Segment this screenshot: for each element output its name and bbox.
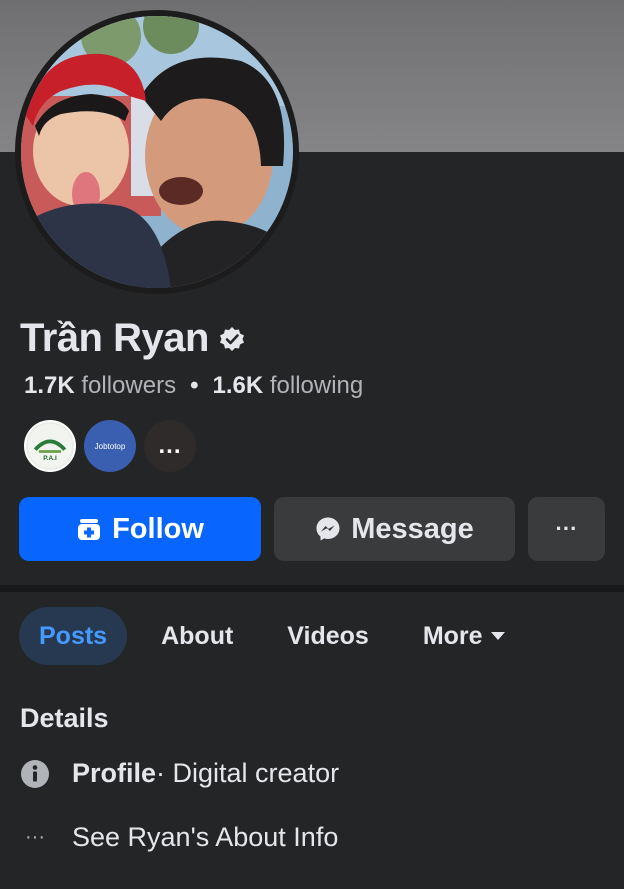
following-count: 1.6K bbox=[212, 372, 264, 399]
profile-avatar[interactable] bbox=[15, 10, 299, 294]
more-mutuals-button[interactable]: ... bbox=[144, 420, 196, 472]
tab-about[interactable]: About bbox=[141, 607, 253, 665]
see-about-info-link[interactable]: ··· See Ryan's About Info bbox=[20, 822, 338, 853]
detail-profile-type: Profile · Digital creator bbox=[20, 758, 339, 789]
ellipsis-icon: ··· bbox=[555, 516, 578, 541]
see-about-info-label: See Ryan's About Info bbox=[72, 822, 339, 852]
verified-badge-icon bbox=[219, 326, 245, 352]
messenger-icon bbox=[315, 516, 341, 542]
following-label: following bbox=[269, 372, 364, 399]
following-link[interactable]: 1.6K following bbox=[212, 372, 363, 400]
tab-videos-label: Videos bbox=[287, 621, 369, 650]
pai-logo-text: P.A.I bbox=[43, 455, 57, 462]
jobtotop-logo-text: Jobtotop bbox=[94, 441, 126, 451]
detail-profile-value: · Digital creator bbox=[156, 758, 340, 788]
section-divider bbox=[0, 585, 624, 592]
followers-link[interactable]: 1.7K followers bbox=[24, 372, 176, 400]
chevron-down-icon bbox=[490, 632, 505, 640]
pai-page-avatar[interactable]: P.A.I bbox=[24, 420, 76, 472]
profile-header: Trần Ryan bbox=[20, 316, 245, 361]
ellipsis-icon: ··· bbox=[25, 826, 45, 848]
info-icon bbox=[20, 759, 50, 789]
jobtotop-page-avatar[interactable]: Jobtotop bbox=[84, 420, 136, 472]
add-friend-icon bbox=[76, 516, 102, 542]
followers-count: 1.7K bbox=[24, 372, 75, 399]
tab-about-label: About bbox=[161, 621, 234, 650]
tab-videos[interactable]: Videos bbox=[267, 607, 389, 665]
message-label: Message bbox=[351, 512, 474, 545]
pai-logo-icon: P.A.I bbox=[27, 423, 73, 469]
profile-more-button[interactable]: ··· bbox=[528, 497, 605, 561]
details-heading: Details bbox=[20, 703, 109, 733]
tab-more-label: More bbox=[422, 621, 483, 650]
profile-tabs: Posts About Videos More bbox=[19, 607, 539, 665]
tab-more[interactable]: More bbox=[403, 607, 525, 665]
profile-name: Trần Ryan bbox=[20, 316, 209, 360]
tab-posts-label: Posts bbox=[39, 621, 108, 650]
avatar-photo bbox=[21, 16, 293, 288]
detail-profile-label: Profile bbox=[72, 758, 157, 788]
tab-posts[interactable]: Posts bbox=[19, 607, 128, 665]
more-mutuals-label: ... bbox=[158, 432, 182, 459]
mutual-pages: P.A.I Jobtotop ... bbox=[24, 420, 204, 472]
stats-separator: • bbox=[190, 372, 199, 399]
followers-label: followers bbox=[81, 372, 177, 399]
message-button[interactable]: Message bbox=[274, 497, 515, 561]
follow-stats: 1.7K followers • 1.6K following bbox=[24, 372, 363, 400]
follow-label: Follow bbox=[112, 512, 204, 545]
follow-button[interactable]: Follow bbox=[19, 497, 261, 561]
